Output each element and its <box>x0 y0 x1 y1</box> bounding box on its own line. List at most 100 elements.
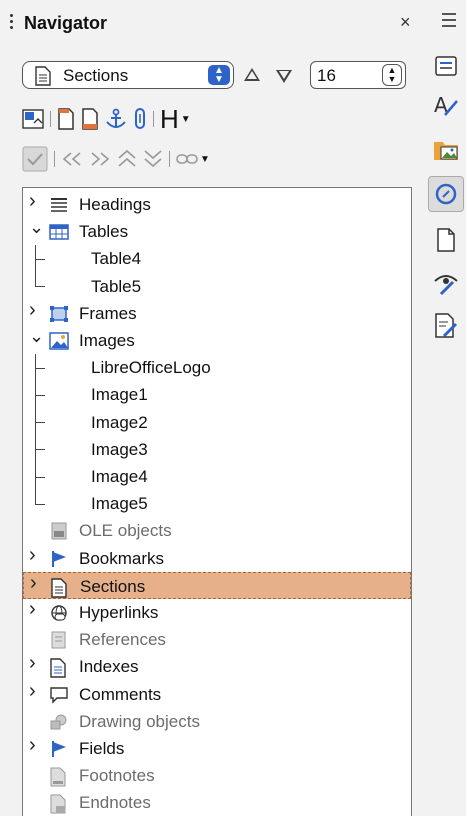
promote-chapter-icon[interactable] <box>117 146 137 172</box>
close-button[interactable]: × <box>400 12 411 33</box>
bookmark-flag-icon <box>49 550 69 568</box>
tree-item-image2[interactable]: Image2 <box>23 408 411 436</box>
tree-item-table4[interactable]: Table4 <box>23 245 411 273</box>
tree-item-label: Hyperlinks <box>79 603 159 622</box>
footer-page-icon[interactable] <box>81 106 99 132</box>
tree-connector <box>35 367 45 369</box>
content-type-value: Sections <box>63 66 129 85</box>
tree-item-label: Indexes <box>79 657 139 677</box>
tree-item-label: Drawing objects <box>79 711 200 731</box>
previous-object-button[interactable] <box>244 68 260 81</box>
hamburger-menu-icon[interactable] <box>442 13 456 31</box>
link-icon[interactable]: ▼ <box>176 146 210 172</box>
double-right-arrow-icon[interactable] <box>89 146 111 172</box>
tree-item-label: Image1 <box>91 385 148 405</box>
chevron-right-icon[interactable]: › <box>29 680 36 703</box>
chevron-right-icon[interactable]: › <box>29 299 36 322</box>
chevron-down-icon[interactable]: ⌄ <box>29 326 44 347</box>
manage-changes-icon[interactable] <box>428 308 464 344</box>
navigator-tree: › Headings ⌄ Tables Table4 Table5 › Frames ⌄ Imag… <box>22 187 412 816</box>
title-bar: Navigator × <box>0 0 420 48</box>
tree-connector <box>35 245 36 259</box>
panel-title: Navigator <box>24 13 108 33</box>
tree-item-image1[interactable]: Image1 <box>23 381 411 409</box>
tree-connector <box>35 449 36 463</box>
demote-chapter-icon[interactable] <box>143 146 163 172</box>
endnote-icon <box>49 794 69 814</box>
tree-item-comments[interactable]: › Comments <box>23 680 411 708</box>
tree-item-label: Image3 <box>91 439 148 459</box>
content-type-select[interactable]: Sections ▲ ▼ <box>22 61 234 89</box>
navigator-window: { "window": { "title": "Navigator", "clo… <box>0 0 466 816</box>
tree-item-image4[interactable]: Image4 <box>23 463 411 491</box>
tree-connector <box>35 394 36 409</box>
reference-icon <box>49 631 69 649</box>
tree-item-label: Tables <box>79 222 129 242</box>
gallery-icon[interactable] <box>428 132 464 168</box>
chevron-right-icon[interactable]: › <box>29 652 36 675</box>
tree-item-libreofficelogo[interactable]: LibreOfficeLogo <box>23 354 411 382</box>
separator <box>153 111 154 127</box>
image-icon <box>49 332 69 350</box>
tree-connector <box>35 408 36 423</box>
chevron-down-icon[interactable]: ⌄ <box>29 217 44 238</box>
style-inspector-icon[interactable] <box>428 266 464 302</box>
tree-item-endnotes[interactable]: Endnotes <box>23 789 411 816</box>
tree-item-indexes[interactable]: › Indexes <box>23 652 411 680</box>
checkbox-icon[interactable] <box>22 146 48 172</box>
tree-connector <box>35 503 45 505</box>
tree-item-label: Bookmarks <box>79 548 165 568</box>
toggle-icon[interactable] <box>22 106 44 132</box>
styles-icon[interactable]: A <box>428 88 464 124</box>
anchor-icon[interactable] <box>105 106 127 132</box>
next-object-button[interactable] <box>276 70 292 83</box>
chevron-right-icon[interactable]: › <box>30 572 37 595</box>
tree-item-drawing-objects[interactable]: Drawing objects <box>23 708 411 735</box>
tree-item-label: Endnotes <box>79 793 151 813</box>
tree-connector <box>35 394 45 396</box>
page-icon[interactable] <box>428 222 464 258</box>
dropdown-stepper-icon: ▲ ▼ <box>208 65 230 85</box>
toolbar-row2: H ▼ <box>22 104 197 134</box>
double-left-arrow-icon[interactable] <box>61 146 83 172</box>
tree-item-frames[interactable]: › Frames <box>23 299 411 327</box>
field-flag-icon <box>49 740 69 758</box>
tree-item-headings[interactable]: › Headings <box>23 190 411 218</box>
tree-item-sections[interactable]: › Sections <box>23 571 411 599</box>
tree-item-image3[interactable]: Image3 <box>23 435 411 463</box>
tree-connector <box>35 490 36 504</box>
heading-level-field[interactable]: 16 ▲ ▼ <box>310 61 406 89</box>
heading-level-icon[interactable]: H ▼ <box>160 104 191 134</box>
tree-item-bookmarks[interactable]: › Bookmarks <box>23 544 411 572</box>
tree-item-label: Table5 <box>91 276 142 296</box>
separator <box>169 151 170 167</box>
tree-item-hyperlinks[interactable]: › Hyperlinks <box>23 598 411 626</box>
tree-item-label: Images <box>79 331 135 350</box>
tree-connector <box>35 435 36 450</box>
tree-item-ole-objects[interactable]: OLE objects <box>23 517 411 544</box>
tree-connector <box>35 381 36 395</box>
separator <box>50 111 51 127</box>
tree-item-fields[interactable]: › Fields <box>23 734 411 762</box>
chevron-right-icon[interactable]: › <box>29 544 36 567</box>
attachment-icon[interactable] <box>133 106 147 132</box>
spin-button-icon[interactable]: ▲ ▼ <box>382 64 402 86</box>
tree-item-label: Fields <box>79 739 125 758</box>
chevron-down-icon: ▼ <box>200 153 210 165</box>
chevron-right-icon[interactable]: › <box>29 190 36 213</box>
drag-handle[interactable] <box>10 14 14 34</box>
tree-item-footnotes[interactable]: Footnotes <box>23 762 411 789</box>
header-page-icon[interactable] <box>57 106 75 132</box>
navigator-icon[interactable] <box>428 176 464 212</box>
tree-item-image5[interactable]: Image5 <box>23 490 411 517</box>
chevron-right-icon[interactable]: › <box>29 598 36 621</box>
tree-item-references[interactable]: References <box>23 626 411 653</box>
tree-item-table5[interactable]: Table5 <box>23 272 411 300</box>
tree-item-tables[interactable]: ⌄ Tables <box>23 217 411 245</box>
properties-icon[interactable] <box>428 48 464 84</box>
tree-connector <box>35 258 45 260</box>
index-icon <box>49 658 69 679</box>
chevron-right-icon[interactable]: › <box>29 734 36 757</box>
tree-item-images[interactable]: ⌄ Images <box>23 326 411 354</box>
separator <box>54 151 55 167</box>
